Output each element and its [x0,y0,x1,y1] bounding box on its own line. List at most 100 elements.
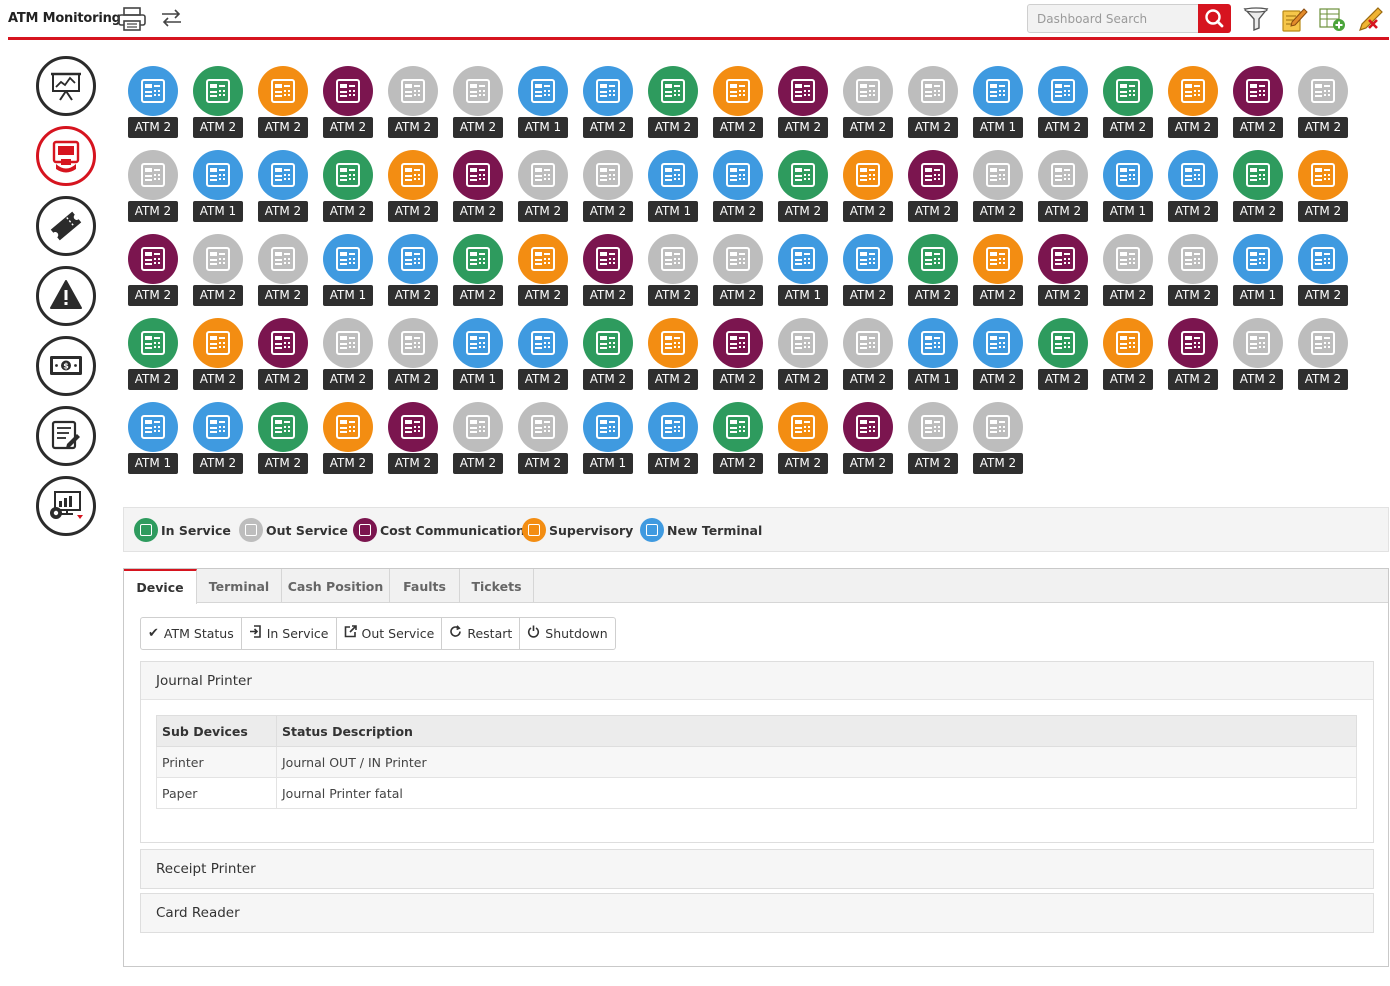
atm-tile[interactable]: ATM 1 [193,150,243,228]
atm-tile[interactable]: ATM 1 [518,66,568,144]
atm-tile[interactable]: ATM 1 [453,318,503,396]
atm-tile[interactable]: ATM 2 [518,150,568,228]
atm-tile[interactable]: ATM 2 [908,150,958,228]
atm-tile[interactable]: ATM 2 [1168,150,1218,228]
atm-tile[interactable]: ATM 2 [323,150,373,228]
receipt-printer-header[interactable]: Receipt Printer [141,850,1373,888]
atm-tile[interactable]: ATM 2 [583,150,633,228]
atm-status-button[interactable]: ✔ ATM Status [141,618,242,649]
atm-tile[interactable]: ATM 2 [1298,150,1348,228]
atm-tile[interactable]: ATM 2 [128,150,178,228]
atm-tile[interactable]: ATM 2 [1038,234,1088,312]
atm-tile[interactable]: ATM 2 [258,402,308,480]
atm-tile[interactable]: ATM 2 [648,402,698,480]
shutdown-button[interactable]: Shutdown [520,618,614,649]
atm-tile[interactable]: ATM 2 [648,234,698,312]
atm-tile[interactable]: ATM 2 [323,402,373,480]
atm-tile[interactable]: ATM 2 [713,318,763,396]
atm-tile[interactable]: ATM 2 [453,234,503,312]
atm-tile[interactable]: ATM 2 [973,318,1023,396]
atm-tile[interactable]: ATM 2 [778,402,828,480]
atm-tile[interactable]: ATM 2 [518,234,568,312]
atm-tile[interactable]: ATM 2 [583,234,633,312]
atm-tile[interactable]: ATM 2 [388,402,438,480]
atm-tile[interactable]: ATM 2 [908,66,958,144]
atm-tile[interactable]: ATM 2 [583,318,633,396]
atm-tile[interactable]: ATM 2 [193,234,243,312]
tab-faults[interactable]: Faults [390,569,460,603]
atm-tile[interactable]: ATM 2 [1298,66,1348,144]
atm-tile[interactable]: ATM 2 [258,66,308,144]
out-service-button[interactable]: Out Service [337,618,443,649]
atm-tile[interactable]: ATM 1 [778,234,828,312]
atm-tile[interactable]: ATM 2 [258,318,308,396]
atm-tile[interactable]: ATM 2 [648,318,698,396]
atm-tile[interactable]: ATM 1 [973,66,1023,144]
atm-tile[interactable]: ATM 1 [1103,150,1153,228]
atm-tile[interactable]: ATM 2 [193,402,243,480]
atm-tile[interactable]: ATM 2 [713,150,763,228]
atm-tile[interactable]: ATM 1 [583,402,633,480]
atm-tile[interactable]: ATM 2 [1103,66,1153,144]
atm-tile[interactable]: ATM 2 [128,234,178,312]
tab-tickets[interactable]: Tickets [460,569,534,603]
tab-cash-position[interactable]: Cash Position [282,569,390,603]
atm-tile[interactable]: ATM 2 [518,318,568,396]
atm-tile[interactable]: ATM 2 [193,318,243,396]
atm-tile[interactable]: ATM 2 [843,402,893,480]
atm-tile[interactable]: ATM 2 [453,66,503,144]
atm-tile[interactable]: ATM 2 [323,318,373,396]
atm-tile[interactable]: ATM 2 [518,402,568,480]
atm-tile[interactable]: ATM 2 [843,66,893,144]
card-reader-header[interactable]: Card Reader [141,894,1373,932]
atm-tile[interactable]: ATM 2 [908,402,958,480]
atm-tile[interactable]: ATM 2 [258,234,308,312]
atm-tile[interactable]: ATM 2 [1103,234,1153,312]
atm-tile[interactable]: ATM 2 [128,66,178,144]
atm-tile[interactable]: ATM 2 [323,66,373,144]
atm-tile[interactable]: ATM 2 [1233,318,1283,396]
atm-tile[interactable]: ATM 2 [973,150,1023,228]
atm-tile[interactable]: ATM 2 [973,402,1023,480]
atm-tile[interactable]: ATM 2 [453,402,503,480]
atm-tile[interactable]: ATM 2 [1168,318,1218,396]
atm-tile[interactable]: ATM 2 [843,234,893,312]
atm-tile[interactable]: ATM 2 [1233,66,1283,144]
atm-tile[interactable]: ATM 2 [388,66,438,144]
atm-tile[interactable]: ATM 2 [1038,150,1088,228]
tab-terminal[interactable]: Terminal [197,569,282,603]
atm-tile[interactable]: ATM 1 [908,318,958,396]
atm-tile[interactable]: ATM 1 [1233,234,1283,312]
atm-tile[interactable]: ATM 2 [1038,318,1088,396]
atm-tile[interactable]: ATM 2 [778,318,828,396]
atm-tile[interactable]: ATM 2 [453,150,503,228]
atm-tile[interactable]: ATM 2 [1233,150,1283,228]
atm-tile[interactable]: ATM 2 [1168,66,1218,144]
restart-button[interactable]: Restart [442,618,521,649]
atm-tile[interactable]: ATM 1 [128,402,178,480]
atm-tile[interactable]: ATM 1 [648,150,698,228]
atm-tile[interactable]: ATM 2 [973,234,1023,312]
atm-tile[interactable]: ATM 2 [713,234,763,312]
atm-tile[interactable]: ATM 2 [778,66,828,144]
atm-tile[interactable]: ATM 2 [908,234,958,312]
in-service-button[interactable]: In Service [242,618,337,649]
atm-tile[interactable]: ATM 2 [258,150,308,228]
atm-tile[interactable]: ATM 2 [843,150,893,228]
atm-tile[interactable]: ATM 2 [648,66,698,144]
atm-tile[interactable]: ATM 2 [388,234,438,312]
journal-printer-header[interactable]: Journal Printer [141,662,1373,700]
atm-tile[interactable]: ATM 2 [193,66,243,144]
atm-tile[interactable]: ATM 2 [388,150,438,228]
atm-tile[interactable]: ATM 2 [713,66,763,144]
tab-device[interactable]: Device [124,569,197,604]
atm-tile[interactable]: ATM 2 [1103,318,1153,396]
atm-tile[interactable]: ATM 2 [1038,66,1088,144]
atm-tile[interactable]: ATM 2 [583,66,633,144]
atm-tile[interactable]: ATM 2 [388,318,438,396]
atm-tile[interactable]: ATM 2 [1298,318,1348,396]
atm-tile[interactable]: ATM 2 [778,150,828,228]
atm-tile[interactable]: ATM 2 [713,402,763,480]
atm-tile[interactable]: ATM 2 [843,318,893,396]
atm-tile[interactable]: ATM 2 [128,318,178,396]
